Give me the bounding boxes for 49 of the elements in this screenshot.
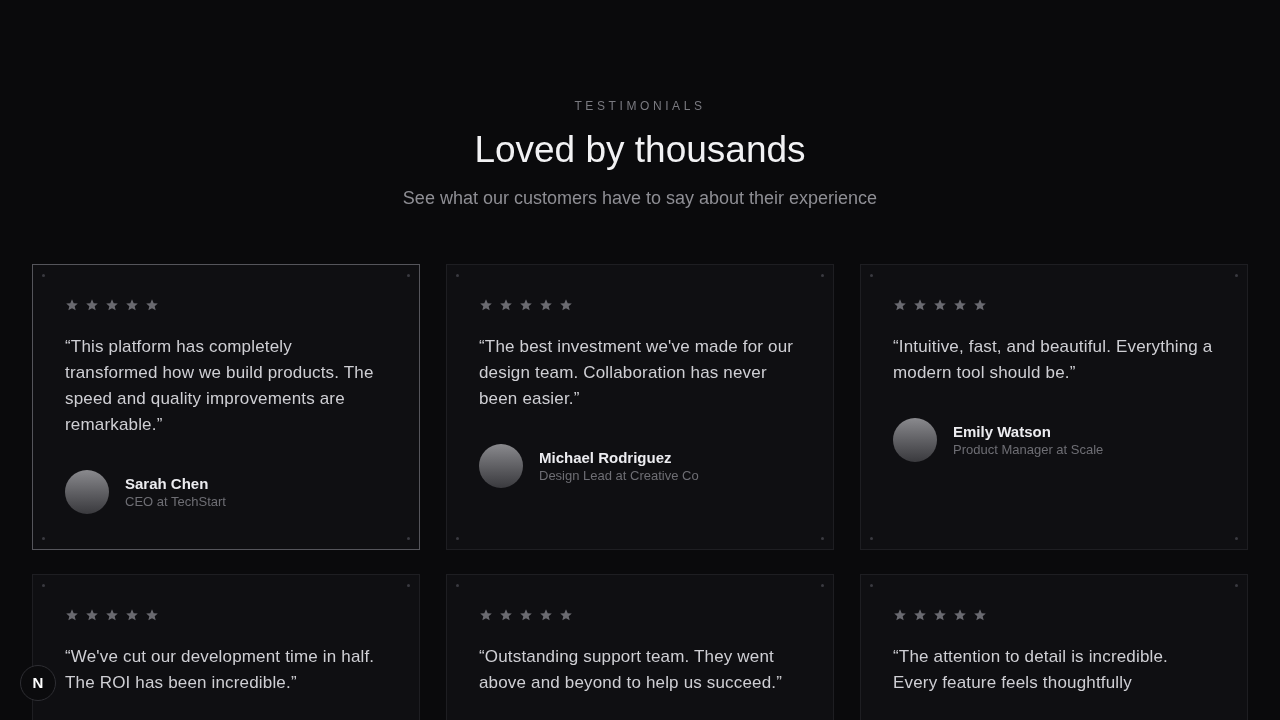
star-icon bbox=[953, 298, 967, 312]
testimonial-quote: “The best investment we've made for our design team. Collaboration has never been easier.” bbox=[479, 336, 795, 410]
section-title: Loved by thousands bbox=[474, 128, 806, 172]
testimonial-quote: “The attention to detail is incredible. Every feature feels thoughtfully bbox=[893, 646, 1169, 694]
star-icon bbox=[933, 298, 947, 312]
star-icon bbox=[973, 298, 987, 312]
star-icon bbox=[519, 608, 533, 622]
author-name: Sarah Chen bbox=[125, 474, 210, 494]
star-icon bbox=[499, 608, 513, 622]
star-icon bbox=[105, 298, 119, 312]
star-icon bbox=[85, 298, 99, 312]
star-icon bbox=[105, 608, 119, 622]
testimonial-quote: “This platform has completely transformed how we build products. The speed and quality improvements are remarkable.” bbox=[65, 336, 375, 436]
star-icon bbox=[65, 298, 79, 312]
testimonial-quote: “Outstanding support team. They went above and beyond to help us succeed.” bbox=[479, 646, 784, 694]
avatar bbox=[65, 470, 109, 514]
star-icon bbox=[953, 608, 967, 622]
dev-badge[interactable]: N bbox=[20, 665, 56, 701]
star-icon bbox=[479, 298, 493, 312]
star-icon bbox=[479, 608, 493, 622]
star-icon bbox=[85, 608, 99, 622]
star-icon bbox=[65, 608, 79, 622]
star-icon bbox=[125, 298, 139, 312]
author-role: Design Lead at Creative Co bbox=[539, 468, 699, 484]
author-name: Emily Watson bbox=[953, 422, 1052, 442]
star-icon bbox=[499, 298, 513, 312]
star-icon bbox=[973, 608, 987, 622]
star-icon bbox=[893, 298, 907, 312]
star-icon bbox=[559, 298, 573, 312]
star-icon bbox=[519, 298, 533, 312]
author-name: Michael Rodriguez bbox=[539, 448, 673, 468]
star-icon bbox=[125, 608, 139, 622]
testimonial-quote: “Intuitive, fast, and beautiful. Everything a modern tool should be.” bbox=[893, 336, 1214, 384]
star-icon bbox=[145, 298, 159, 312]
author-role: Product Manager at Scale bbox=[953, 442, 1104, 458]
star-icon bbox=[145, 608, 159, 622]
star-icon bbox=[539, 608, 553, 622]
star-icon bbox=[933, 608, 947, 622]
author-role: CEO at TechStart bbox=[125, 494, 226, 510]
star-icon bbox=[539, 298, 553, 312]
star-icon bbox=[559, 608, 573, 622]
star-icon bbox=[913, 608, 927, 622]
section-eyebrow: TESTIMONIALS bbox=[574, 98, 706, 115]
star-icon bbox=[913, 298, 927, 312]
section-subtitle: See what our customers have to say about their experience bbox=[402, 187, 878, 210]
avatar bbox=[479, 444, 523, 488]
star-icon bbox=[893, 608, 907, 622]
avatar bbox=[893, 418, 937, 462]
testimonial-quote: “We've cut our development time in half. The ROI has been incredible.” bbox=[65, 646, 376, 694]
